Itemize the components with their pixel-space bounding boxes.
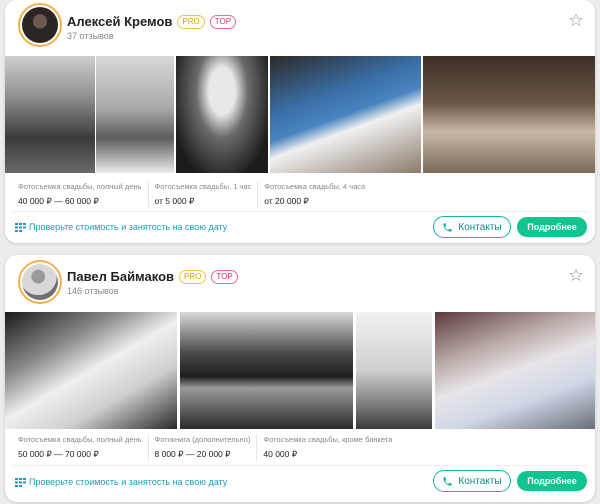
price-item: Фотокнига (дополнительно) 8 000 ₽ — 20 0… xyxy=(155,435,258,460)
gallery-photo[interactable] xyxy=(423,56,595,173)
gallery-photo[interactable] xyxy=(435,312,595,429)
calendar-grid-icon xyxy=(15,477,26,487)
pro-badge: PRO xyxy=(177,14,205,29)
gallery-photo[interactable] xyxy=(5,312,177,429)
price-label: Фотокнига (дополнительно) xyxy=(154,435,251,444)
top-badge: TOP xyxy=(209,14,237,29)
photo-gallery xyxy=(5,56,595,173)
check-link-label: Проверьте стоимость и занятость на свою … xyxy=(29,477,228,487)
gallery-photo[interactable] xyxy=(180,312,353,429)
price-value: 50 000 ₽ — 70 000 ₽ xyxy=(18,449,99,459)
top-badge: TOP xyxy=(211,269,238,284)
price-value: 8 000 ₽ — 20 000 ₽ xyxy=(154,449,231,459)
divider xyxy=(13,211,587,212)
name-row: Алексей Кремов PRO TOP xyxy=(67,14,237,29)
photographer-card: Павел Баймаков PRO TOP 146 отзывов Фотос… xyxy=(5,255,595,502)
phone-icon xyxy=(443,476,453,486)
price-item: Фотосъемка свадьбы, кроме банкета 40 000… xyxy=(263,435,398,460)
reviews-count[interactable]: 146 отзывов xyxy=(67,286,119,296)
price-label: Фотосъемка свадьбы, 4 часа xyxy=(264,182,366,191)
gallery-photo[interactable] xyxy=(270,56,421,173)
gallery-photo[interactable] xyxy=(176,56,268,173)
avatar[interactable] xyxy=(18,3,62,47)
price-label: Фотосъемка свадьбы, кроме банкета xyxy=(263,435,393,444)
contacts-label: Контакты xyxy=(458,221,502,233)
more-button[interactable]: Подробнее xyxy=(517,217,587,237)
photographer-name[interactable]: Алексей Кремов xyxy=(67,14,172,29)
pro-badge: PRO xyxy=(179,269,207,284)
price-label: Фотосъемка свадьбы, полный день xyxy=(18,435,142,444)
price-item: Фотосъемка свадьбы, 4 часа от 20 000 ₽ xyxy=(264,182,371,207)
price-item: Фотосъемка свадьбы, полный день 40 000 ₽… xyxy=(18,182,149,207)
price-label: Фотосъемка свадьбы, полный день xyxy=(18,182,142,191)
contacts-button[interactable]: Контакты xyxy=(433,470,511,492)
check-availability-link[interactable]: Проверьте стоимость и занятость на свою … xyxy=(15,222,227,232)
photographer-card: Алексей Кремов PRO TOP 37 отзывов Фотосъ… xyxy=(5,0,595,243)
contacts-label: Контакты xyxy=(458,475,502,487)
contacts-button[interactable]: Контакты xyxy=(433,216,511,238)
price-value: от 5 000 ₽ xyxy=(154,196,195,206)
divider xyxy=(13,465,587,466)
price-label: Фотосъемка свадьбы, 1 час xyxy=(154,182,252,191)
check-link-label: Проверьте стоимость и занятость на свою … xyxy=(29,222,228,232)
calendar-grid-icon xyxy=(15,222,26,232)
avatar[interactable] xyxy=(18,260,62,304)
check-availability-link[interactable]: Проверьте стоимость и занятость на свою … xyxy=(15,477,227,487)
gallery-photo[interactable] xyxy=(96,56,174,173)
gallery-photo[interactable] xyxy=(5,56,95,173)
price-item: Фотосъемка свадьбы, 1 час от 5 000 ₽ xyxy=(155,182,259,207)
phone-icon xyxy=(443,222,453,232)
price-list: Фотосъемка свадьбы, полный день 50 000 ₽… xyxy=(18,435,404,460)
photo-gallery xyxy=(5,312,595,429)
price-list: Фотосъемка свадьбы, полный день 40 000 ₽… xyxy=(18,182,377,207)
price-value: 40 000 ₽ xyxy=(263,449,298,459)
name-row: Павел Баймаков PRO TOP xyxy=(67,269,238,284)
more-button[interactable]: Подробнее xyxy=(517,471,587,491)
photographer-name[interactable]: Павел Баймаков xyxy=(67,269,174,284)
price-value: 40 000 ₽ — 60 000 ₽ xyxy=(18,196,99,206)
gallery-photo[interactable] xyxy=(356,312,432,429)
price-value: от 20 000 ₽ xyxy=(264,196,309,206)
star-icon[interactable] xyxy=(569,268,583,282)
reviews-count[interactable]: 37 отзывов xyxy=(67,31,114,41)
star-icon[interactable] xyxy=(569,13,583,27)
price-item: Фотосъемка свадьбы, полный день 50 000 ₽… xyxy=(18,435,149,460)
